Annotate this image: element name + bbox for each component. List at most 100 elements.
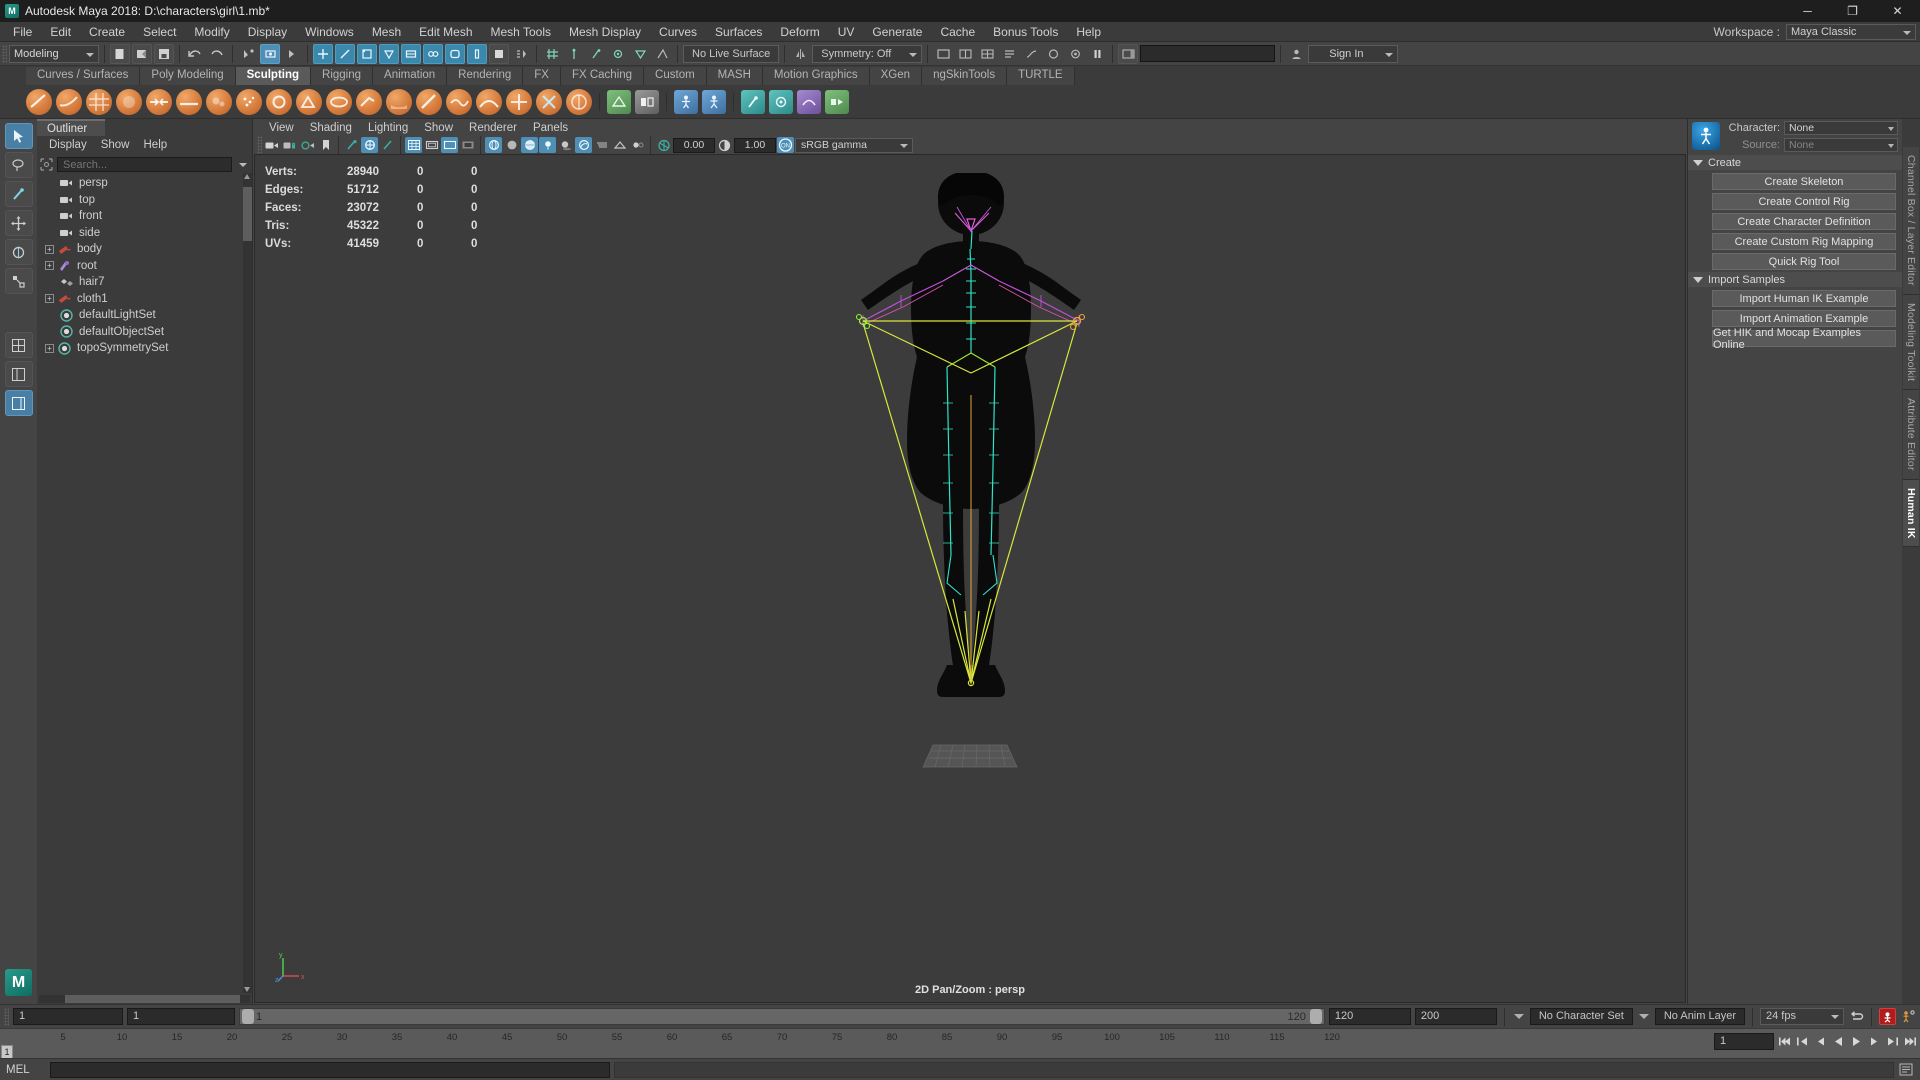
select-camera-icon[interactable]: [263, 137, 280, 153]
scale-tool-icon[interactable]: [4, 268, 33, 294]
menu-surfaces[interactable]: Surfaces: [706, 22, 771, 42]
anim-layer-field[interactable]: No Anim Layer: [1654, 1008, 1745, 1025]
outliner-menu-help[interactable]: Help: [138, 139, 174, 151]
sculpt-tool-smooth-icon[interactable]: [56, 88, 82, 115]
sign-in-button[interactable]: Sign In: [1308, 44, 1399, 63]
select-object-icon[interactable]: [260, 43, 280, 64]
no-live-surface-field[interactable]: No Live Surface: [683, 44, 780, 63]
playback-end-field[interactable]: 200: [1414, 1008, 1497, 1025]
menu-modify[interactable]: Modify: [185, 22, 238, 42]
sculpt-tool-knife-icon[interactable]: [416, 88, 442, 115]
sculpt-tool-smear-icon[interactable]: [446, 88, 472, 115]
show-grid-toggle-icon[interactable]: [405, 137, 422, 153]
image-plane-icon[interactable]: [343, 137, 360, 153]
move-tool-icon[interactable]: [4, 210, 33, 236]
outliner-item-defaultobjectset[interactable]: defaultObjectSet: [37, 324, 252, 341]
shelf-tab-curves-surfaces[interactable]: Curves / Surfaces: [26, 67, 141, 85]
viewport-menu-renderer[interactable]: Renderer: [461, 122, 525, 134]
status-line-grip[interactable]: [2, 44, 7, 63]
new-scene-icon[interactable]: [110, 43, 130, 64]
sculpt-tool-relax-icon[interactable]: [86, 88, 112, 115]
search-filter-icon[interactable]: [38, 157, 54, 172]
wireframe-icon[interactable]: [652, 44, 672, 64]
outliner-item-side[interactable]: side: [37, 225, 252, 242]
collapse-triangle-icon[interactable]: [1693, 159, 1703, 166]
menu-bonus-tools[interactable]: Bonus Tools: [984, 22, 1067, 42]
smooth-shade-all-icon[interactable]: [503, 137, 520, 153]
select-component-icon[interactable]: [282, 44, 302, 64]
depth-of-field-icon[interactable]: [629, 137, 646, 153]
shelf-tab-xgen[interactable]: XGen: [869, 67, 923, 85]
bookmark-icon[interactable]: [317, 137, 334, 153]
menu-edit-mesh[interactable]: Edit Mesh: [410, 22, 481, 42]
menu-mesh-tools[interactable]: Mesh Tools: [482, 22, 560, 42]
rotate-tool-icon[interactable]: [4, 239, 33, 265]
use-all-lights-icon[interactable]: [539, 137, 556, 153]
save-scene-icon[interactable]: [154, 43, 174, 64]
menu-create[interactable]: Create: [80, 22, 134, 42]
camera-attributes-icon[interactable]: [299, 137, 316, 153]
lasso-tool-icon[interactable]: [4, 152, 33, 178]
construction-history-icon[interactable]: [489, 43, 509, 64]
resolution-gate-icon[interactable]: [441, 137, 458, 153]
select-tool-icon[interactable]: [4, 123, 33, 149]
multisample-aa-icon[interactable]: [611, 137, 628, 153]
workspace-dropdown[interactable]: Maya Classic: [1786, 24, 1916, 40]
shelf-paint-weights-icon[interactable]: [741, 89, 765, 114]
menu-select[interactable]: Select: [134, 22, 185, 42]
film-gate-icon[interactable]: [423, 137, 440, 153]
range-current-field[interactable]: 1: [127, 1008, 235, 1025]
graph-editor-icon[interactable]: [1021, 44, 1041, 64]
range-slider[interactable]: 1 120: [239, 1008, 1325, 1025]
search-input[interactable]: [1140, 45, 1276, 62]
layout-preset-four-view-icon[interactable]: [4, 332, 33, 358]
shelf-mirror-icon[interactable]: [635, 89, 659, 114]
humanik-logo-icon[interactable]: [1692, 122, 1720, 150]
outliner-tree[interactable]: persp top front side + body + root hair7…: [37, 173, 252, 993]
maximize-icon[interactable]: ❐: [1830, 0, 1875, 22]
time-slider[interactable]: 5 10 15 20 25 30 35 40 45 50 55 60 65 70…: [0, 1028, 1920, 1058]
screen-space-ao-icon[interactable]: [575, 137, 592, 153]
shelf-tab-ngskintools[interactable]: ngSkinTools: [922, 67, 1008, 85]
sculpt-tool-freeze-icon[interactable]: [536, 88, 562, 115]
source-dropdown[interactable]: None: [1784, 137, 1898, 152]
toggle-attribute-editor-icon[interactable]: [1118, 43, 1139, 64]
vtab-human-ik[interactable]: Human IK: [1903, 479, 1919, 548]
scroll-down-icon[interactable]: [244, 987, 250, 992]
sculpt-tool-flatten-icon[interactable]: [176, 88, 202, 115]
outliner-item-defaultlightset[interactable]: defaultLightSet: [37, 307, 252, 324]
shelf-tab-mash[interactable]: MASH: [706, 67, 763, 85]
range-start-field[interactable]: 1: [13, 1008, 123, 1025]
minimize-icon[interactable]: ─: [1785, 0, 1830, 22]
viewport-menu-show[interactable]: Show: [416, 122, 461, 134]
layout-preset-persp-outliner-icon[interactable]: [4, 361, 33, 387]
shelf-tab-fx-caching[interactable]: FX Caching: [560, 67, 645, 85]
command-line-language-label[interactable]: MEL: [6, 1064, 46, 1076]
menuset-dropdown[interactable]: Modeling: [9, 44, 99, 63]
step-back-frame-icon[interactable]: [1812, 1033, 1828, 1050]
vtab-attribute-editor[interactable]: Attribute Editor: [1903, 390, 1919, 480]
scrollbar-track[interactable]: [39, 994, 250, 1003]
viewport-menu-lighting[interactable]: Lighting: [360, 122, 416, 134]
shelf-tab-sculpting[interactable]: Sculpting: [235, 67, 312, 85]
search-dropdown-icon[interactable]: [235, 157, 251, 172]
layout-one-pane-icon[interactable]: [933, 44, 953, 64]
anim-layer-dropdown-icon[interactable]: [1637, 1008, 1651, 1025]
sculpt-tool-fill-icon[interactable]: [386, 88, 412, 115]
viewport-menu-shading[interactable]: Shading: [302, 122, 360, 134]
outliner-item-front[interactable]: front: [37, 208, 252, 225]
outliner-panel-icon[interactable]: [999, 44, 1019, 64]
vtab-modeling-toolkit[interactable]: Modeling Toolkit: [1903, 294, 1919, 390]
shelf-humanik-icon[interactable]: [702, 89, 726, 114]
play-forwards-icon[interactable]: [1848, 1033, 1864, 1050]
sculpt-tool-wax-icon[interactable]: [326, 88, 352, 115]
character-model-with-skeleton[interactable]: [805, 173, 1135, 783]
render-region-icon[interactable]: [511, 44, 531, 64]
menu-file[interactable]: File: [4, 22, 41, 42]
character-set-field[interactable]: No Character Set: [1529, 1008, 1633, 1025]
snap-to-point-icon[interactable]: [357, 43, 377, 64]
redo-icon[interactable]: [207, 44, 227, 64]
outliner-tab[interactable]: Outliner: [37, 119, 105, 136]
sculpt-tool-pinch-icon[interactable]: [146, 88, 172, 115]
snap-magnet-icon[interactable]: [445, 43, 465, 64]
